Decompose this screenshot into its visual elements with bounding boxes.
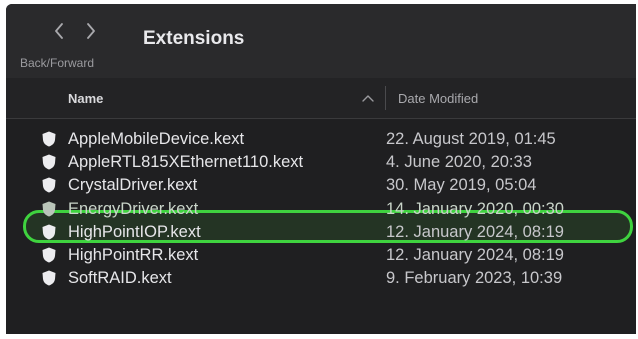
file-name: SoftRAID.kext bbox=[68, 269, 172, 288]
file-name: AppleMobileDevice.kext bbox=[68, 130, 245, 148]
chevron-up-icon[interactable] bbox=[362, 94, 374, 102]
kext-shield-icon bbox=[42, 270, 56, 286]
file-name: CrystalDriver.kext bbox=[68, 176, 198, 195]
kext-shield-icon bbox=[42, 201, 56, 217]
column-header-name[interactable]: Name bbox=[68, 91, 103, 106]
file-row[interactable]: SoftRAID.kext 9. February 2023, 10:39 bbox=[6, 267, 636, 290]
kext-shield-icon bbox=[42, 131, 56, 147]
finder-window: Back/Forward Extensions Name Date Modifi… bbox=[6, 4, 636, 334]
window-title: Extensions bbox=[143, 28, 245, 49]
chevron-right-icon bbox=[87, 23, 95, 39]
file-row[interactable]: CrystalDriver.kext 30. May 2019, 05:04 bbox=[6, 174, 636, 197]
file-date: 22. August 2019, 01:45 bbox=[386, 130, 556, 148]
file-list: AppleMobileDevice.kext 22. August 2019, … bbox=[6, 128, 636, 290]
toolbar: Back/Forward Extensions bbox=[6, 4, 636, 79]
forward-button[interactable] bbox=[80, 16, 102, 46]
file-date: 30. May 2019, 05:04 bbox=[386, 176, 537, 195]
kext-shield-icon bbox=[42, 247, 56, 263]
file-date: 9. February 2023, 10:39 bbox=[386, 269, 563, 288]
chevron-left-icon bbox=[55, 23, 63, 39]
file-row-highlighted[interactable]: EnergyDriver.kext 14. January 2020, 00:3… bbox=[6, 198, 636, 221]
file-date: 12. January 2024, 08:19 bbox=[386, 222, 564, 241]
file-row[interactable]: AppleMobileDevice.kext 22. August 2019, … bbox=[6, 128, 636, 151]
file-name: EnergyDriver.kext bbox=[68, 199, 199, 218]
file-row[interactable]: HighPointIOP.kext 12. January 2024, 08:1… bbox=[6, 221, 636, 244]
file-date: 4. June 2020, 20:33 bbox=[386, 153, 532, 172]
file-name: HighPointRR.kext bbox=[68, 245, 199, 264]
kext-shield-icon bbox=[42, 224, 56, 240]
kext-shield-icon bbox=[42, 154, 56, 170]
nav-caption: Back/Forward bbox=[20, 56, 95, 70]
kext-shield-icon bbox=[42, 177, 56, 193]
column-header: Name Date Modified bbox=[6, 78, 636, 119]
file-name: AppleRTL815XEthernet110.kext bbox=[68, 153, 304, 172]
file-date: 12. January 2024, 08:19 bbox=[386, 245, 564, 264]
file-date: 14. January 2020, 00:30 bbox=[386, 199, 564, 218]
column-header-date-modified[interactable]: Date Modified bbox=[398, 91, 478, 106]
back-button[interactable] bbox=[48, 16, 70, 46]
file-row[interactable]: HighPointRR.kext 12. January 2024, 08:19 bbox=[6, 244, 636, 267]
file-row[interactable]: AppleRTL815XEthernet110.kext 4. June 202… bbox=[6, 151, 636, 174]
column-divider[interactable] bbox=[385, 86, 386, 110]
file-name: HighPointIOP.kext bbox=[68, 222, 201, 241]
